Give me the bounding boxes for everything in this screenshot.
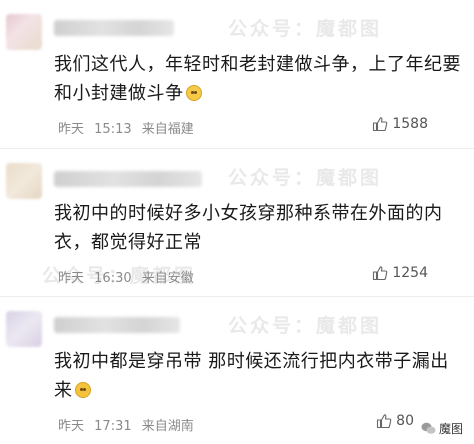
thumbs-up-icon [373,266,388,281]
comment-location: 来自湖南 [141,419,194,434]
comment-date: 昨天 [58,419,85,434]
like-button[interactable]: 1254 [372,265,428,281]
comment-item: 公众号：魔都图 公众号：魔都图 我初中的时候好多小女孩穿那种系带在外面的内衣，都… [0,148,474,296]
wechat-icon [421,422,436,434]
sweat-smile-emoji-icon [185,85,202,101]
comment-meta: 昨天 16:30 来自安徽 [58,267,194,286]
avatar[interactable] [6,311,42,347]
comment-text: 我初中都是穿吊带 那时候还流行把内衣带子漏出来 [54,347,464,405]
watermark-text: 公众号：魔都图 [228,167,383,189]
comment-time: 15:13 [94,122,132,137]
like-count: 1588 [392,116,428,132]
comment-time: 17:31 [94,419,132,434]
username-blurred[interactable] [54,20,174,36]
avatar[interactable] [6,14,42,50]
comment-meta: 昨天 17:31 来自湖南 [58,415,194,434]
comment-time: 16:30 [94,271,132,286]
comment-date: 昨天 [58,271,85,286]
like-button[interactable]: 80 [376,413,414,429]
like-button[interactable]: 1588 [372,116,428,132]
watermark-text: 公众号：魔都图 [228,18,383,40]
comment-meta: 昨天 15:13 来自福建 [58,118,194,137]
comment-location: 来自安徽 [141,271,194,286]
like-count: 1254 [392,265,428,281]
comment-date: 昨天 [58,122,85,137]
like-count: 80 [396,413,414,429]
comment-body: 我初中都是穿吊带 那时候还流行把内衣带子漏出来 [54,351,449,401]
comment-item: 公众号：魔都图 我们这代人，年轻时和老封建做斗争，上了年纪要和小封建做斗争 昨天… [0,0,474,148]
username-blurred[interactable] [54,171,202,187]
comment-text: 我初中的时候好多小女孩穿那种系带在外面的内衣，都觉得好正常 [54,199,464,257]
comment-text: 我们这代人，年轻时和老封建做斗争，上了年纪要和小封建做斗争 [54,50,464,108]
thumbs-up-icon [377,414,392,429]
comment-body: 我初中的时候好多小女孩穿那种系带在外面的内衣，都觉得好正常 [54,203,443,253]
laughing-emoji-icon [74,382,91,398]
comment-body: 我们这代人，年轻时和老封建做斗争，上了年纪要和小封建做斗争 [54,54,461,104]
watermark-text: 公众号：魔都图 [228,315,383,337]
comment-item: 公众号：魔都图 我初中都是穿吊带 那时候还流行把内衣带子漏出来 昨天 17:31… [0,296,474,444]
wechat-source-badge: 魔图 [417,419,466,438]
comment-location: 来自福建 [141,122,194,137]
thumbs-up-icon [373,117,388,132]
avatar[interactable] [6,163,42,199]
badge-label: 魔图 [438,422,463,436]
username-blurred[interactable] [54,317,180,333]
comment-feed: 公众号：魔都图 我们这代人，年轻时和老封建做斗争，上了年纪要和小封建做斗争 昨天… [0,0,474,444]
